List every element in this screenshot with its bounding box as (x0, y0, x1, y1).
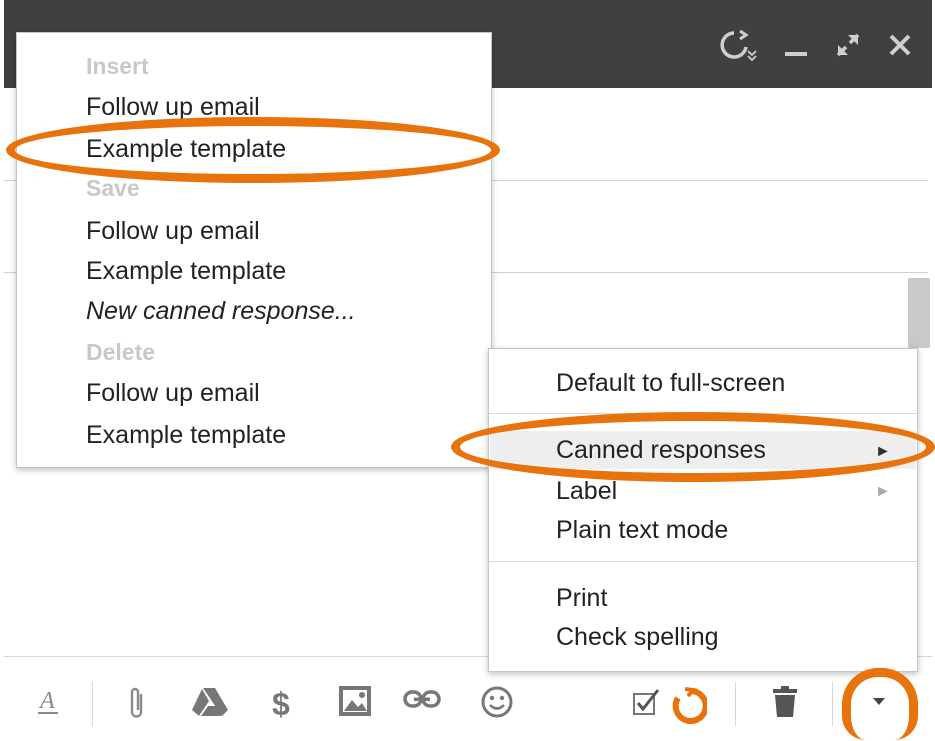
drive-icon[interactable] (190, 684, 230, 720)
formatting-icon[interactable]: A (34, 684, 62, 718)
toolbar-separator (735, 682, 736, 726)
save-heading: Save (86, 175, 140, 201)
menu-item-default-full-screen[interactable]: Default to full-screen (556, 369, 785, 398)
delete-follow-up-email[interactable]: Follow up email (86, 379, 260, 408)
streak-icon[interactable] (668, 684, 708, 728)
svg-text:A: A (38, 688, 55, 714)
insert-follow-up-email[interactable]: Follow up email (86, 93, 260, 122)
emoji-icon[interactable] (479, 684, 515, 720)
menu-separator (489, 561, 917, 562)
save-example-template[interactable]: Example template (86, 257, 286, 286)
menu-item-check-spelling[interactable]: Check spelling (556, 623, 719, 652)
submenu-arrow-icon: ► (875, 443, 891, 460)
svg-text:$: $ (272, 686, 290, 721)
trash-icon[interactable] (770, 684, 800, 720)
more-options-icon[interactable] (862, 684, 896, 718)
submenu-arrow-icon: ► (875, 483, 891, 500)
photo-icon[interactable] (337, 684, 373, 718)
menu-item-plain-text-mode[interactable]: Plain text mode (556, 516, 728, 545)
toolbar-separator (92, 682, 93, 726)
expand-icon[interactable] (834, 31, 862, 64)
menu-separator (489, 413, 917, 414)
save-follow-up-email[interactable]: Follow up email (86, 217, 260, 246)
minimize-icon[interactable] (784, 33, 808, 62)
money-icon[interactable]: $ (268, 684, 298, 722)
refresh-options-icon[interactable] (716, 25, 758, 70)
insert-heading: Insert (86, 53, 149, 79)
toolbar-separator (832, 682, 833, 726)
menu-item-canned-responses[interactable]: Canned responses (556, 436, 766, 465)
more-options-menu: Default to full-screen Canned responses … (488, 348, 918, 672)
body-scrollbar[interactable] (908, 278, 930, 348)
attach-icon[interactable] (124, 684, 150, 722)
new-canned-response[interactable]: New canned response... (86, 297, 356, 326)
delete-example-template[interactable]: Example template (86, 421, 286, 450)
menu-item-label[interactable]: Label (556, 477, 617, 506)
canned-responses-submenu: Insert Follow up email Example template … (16, 32, 492, 468)
menu-item-print[interactable]: Print (556, 584, 607, 613)
titlebar-icons (716, 22, 912, 72)
link-icon[interactable] (402, 684, 442, 714)
checkbox-icon[interactable] (630, 684, 664, 718)
insert-example-template[interactable]: Example template (86, 135, 286, 164)
delete-heading: Delete (86, 339, 156, 365)
close-icon[interactable] (888, 33, 912, 62)
